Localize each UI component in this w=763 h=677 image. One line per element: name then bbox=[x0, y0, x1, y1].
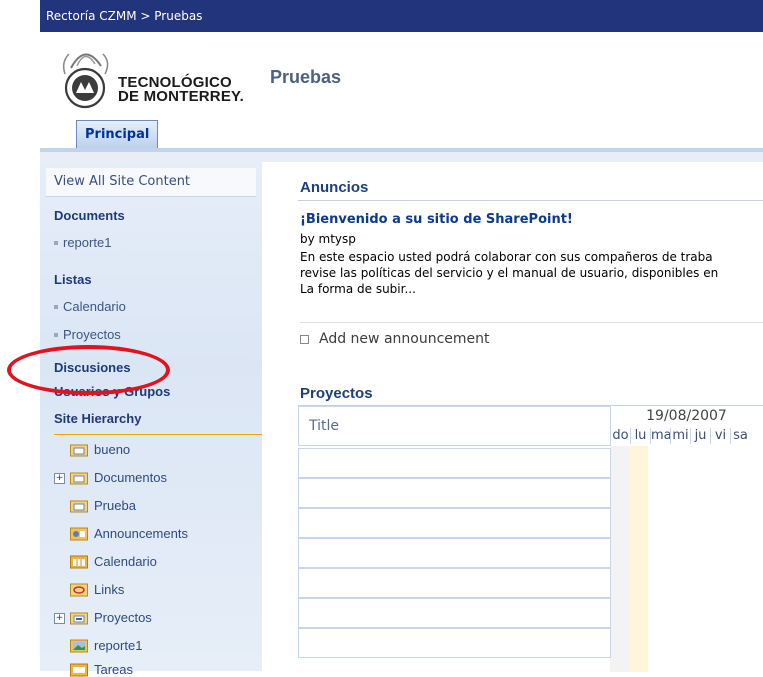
top-nav-tabs: Principal bbox=[40, 118, 763, 152]
nav-item-label: Calendario bbox=[63, 299, 126, 314]
hierarchy-divider bbox=[54, 434, 262, 435]
title-band bbox=[40, 152, 763, 162]
main-content: Anuncios ¡Bienvenido a su sitio de Share… bbox=[262, 162, 763, 672]
announcement-body-line-3: La forma de subir... bbox=[300, 282, 416, 296]
tree-label: Proyectos bbox=[94, 610, 152, 625]
breadcrumb-link[interactable]: Rectoría CZMM > Pruebas bbox=[40, 9, 202, 23]
tree-label: Calendario bbox=[94, 554, 157, 569]
global-breadcrumb-bar: Rectoría CZMM > Pruebas bbox=[40, 0, 763, 32]
tree-label: Documentos bbox=[94, 470, 167, 485]
site-folder-icon bbox=[70, 472, 88, 485]
day-header: do bbox=[610, 428, 630, 444]
bullet-icon bbox=[54, 304, 58, 309]
day-header: mi bbox=[670, 428, 690, 444]
webpart-title-underline bbox=[298, 200, 763, 201]
announcement-body-line-2: revise las políticas del servicio y el m… bbox=[300, 266, 719, 280]
tree-label: bueno bbox=[94, 442, 131, 457]
site-folder-icon bbox=[70, 500, 88, 513]
nav-item-calendario[interactable]: Calendario bbox=[54, 299, 126, 314]
column-header-label: Title bbox=[309, 418, 340, 434]
picture-library-icon bbox=[70, 639, 88, 653]
tree-label: Prueba bbox=[94, 498, 136, 513]
tree-label: Announcements bbox=[94, 526, 188, 541]
nav-item-label: reporte1 bbox=[63, 235, 112, 250]
add-item-icon bbox=[300, 334, 309, 344]
gantt-row[interactable] bbox=[298, 508, 611, 538]
gantt-day-headers: do lu ma mi ju vi sa bbox=[610, 428, 750, 444]
gantt-row[interactable] bbox=[298, 598, 611, 628]
site-header: TECNOLÓGICO DE MONTERREY. Pruebas bbox=[40, 32, 763, 118]
tree-label: Links bbox=[94, 582, 125, 597]
gantt-row[interactable] bbox=[298, 568, 611, 598]
gantt-today-column bbox=[629, 446, 648, 672]
nav-heading-site-hierarchy[interactable]: Site Hierarchy bbox=[54, 411, 141, 426]
tree-label: reporte1 bbox=[94, 638, 143, 653]
nav-item-label: Proyectos bbox=[63, 327, 121, 342]
day-header: sa bbox=[730, 428, 750, 444]
bullet-icon bbox=[54, 332, 58, 337]
expand-icon[interactable]: + bbox=[54, 613, 65, 624]
tab-principal[interactable]: Principal bbox=[76, 120, 159, 148]
gantt-view: Title 19/08/2007 do lu ma mi ju vi sa bbox=[298, 406, 763, 672]
announcements-list-icon bbox=[70, 527, 88, 541]
logo-text: TECNOLÓGICO DE MONTERREY. bbox=[118, 75, 244, 105]
tasks-list-icon bbox=[70, 612, 88, 625]
nav-heading-listas[interactable]: Listas bbox=[54, 272, 92, 287]
gantt-row[interactable] bbox=[298, 538, 611, 568]
add-announcement-label: Add new announcement bbox=[319, 331, 490, 347]
bullet-icon bbox=[54, 240, 58, 245]
site-folder-icon bbox=[70, 444, 88, 457]
day-header: ma bbox=[650, 428, 672, 444]
highlight-annotation-oval bbox=[7, 345, 170, 395]
calendar-list-icon bbox=[70, 555, 88, 569]
gantt-weekend-column bbox=[610, 446, 629, 672]
announcement-separator bbox=[300, 322, 763, 323]
nav-item-reporte1[interactable]: reporte1 bbox=[54, 235, 111, 250]
quick-launch: View All Site Content Documents reporte1… bbox=[40, 162, 262, 677]
gantt-row[interactable] bbox=[298, 628, 611, 658]
view-all-site-content-link[interactable]: View All Site Content bbox=[46, 168, 256, 197]
gantt-row[interactable] bbox=[298, 478, 611, 508]
proyectos-webpart-title[interactable]: Proyectos bbox=[300, 385, 373, 402]
add-new-announcement-link[interactable]: Add new announcement bbox=[300, 331, 490, 347]
day-header: vi bbox=[710, 428, 730, 444]
nav-item-proyectos[interactable]: Proyectos bbox=[54, 327, 121, 342]
gantt-title-column-header[interactable]: Title bbox=[298, 406, 611, 446]
day-header: ju bbox=[690, 428, 710, 444]
page-margin bbox=[0, 0, 40, 671]
gantt-row[interactable] bbox=[298, 448, 611, 478]
day-header: lu bbox=[630, 428, 650, 444]
announcement-author: by mtysp bbox=[300, 232, 356, 246]
logo-line-2: DE MONTERREY. bbox=[118, 88, 244, 105]
tree-label: Tareas bbox=[94, 662, 134, 677]
links-list-icon bbox=[70, 583, 88, 597]
expand-icon[interactable]: + bbox=[54, 473, 65, 484]
nav-heading-documents[interactable]: Documents bbox=[54, 208, 125, 223]
site-title[interactable]: Pruebas bbox=[270, 67, 341, 88]
announcements-webpart-title[interactable]: Anuncios bbox=[300, 179, 368, 196]
tasks-list-icon bbox=[70, 663, 88, 677]
announcement-title-link[interactable]: ¡Bienvenido a su sitio de SharePoint! bbox=[300, 212, 573, 227]
announcement-body-line-1: En este espacio usted podrá colaborar co… bbox=[300, 250, 713, 264]
gantt-week-date: 19/08/2007 bbox=[646, 408, 727, 424]
tec-monterrey-seal-icon[interactable] bbox=[57, 38, 117, 110]
view-all-label: View All Site Content bbox=[54, 174, 191, 189]
announcement-body: En este espacio usted podrá colaborar co… bbox=[300, 249, 763, 297]
